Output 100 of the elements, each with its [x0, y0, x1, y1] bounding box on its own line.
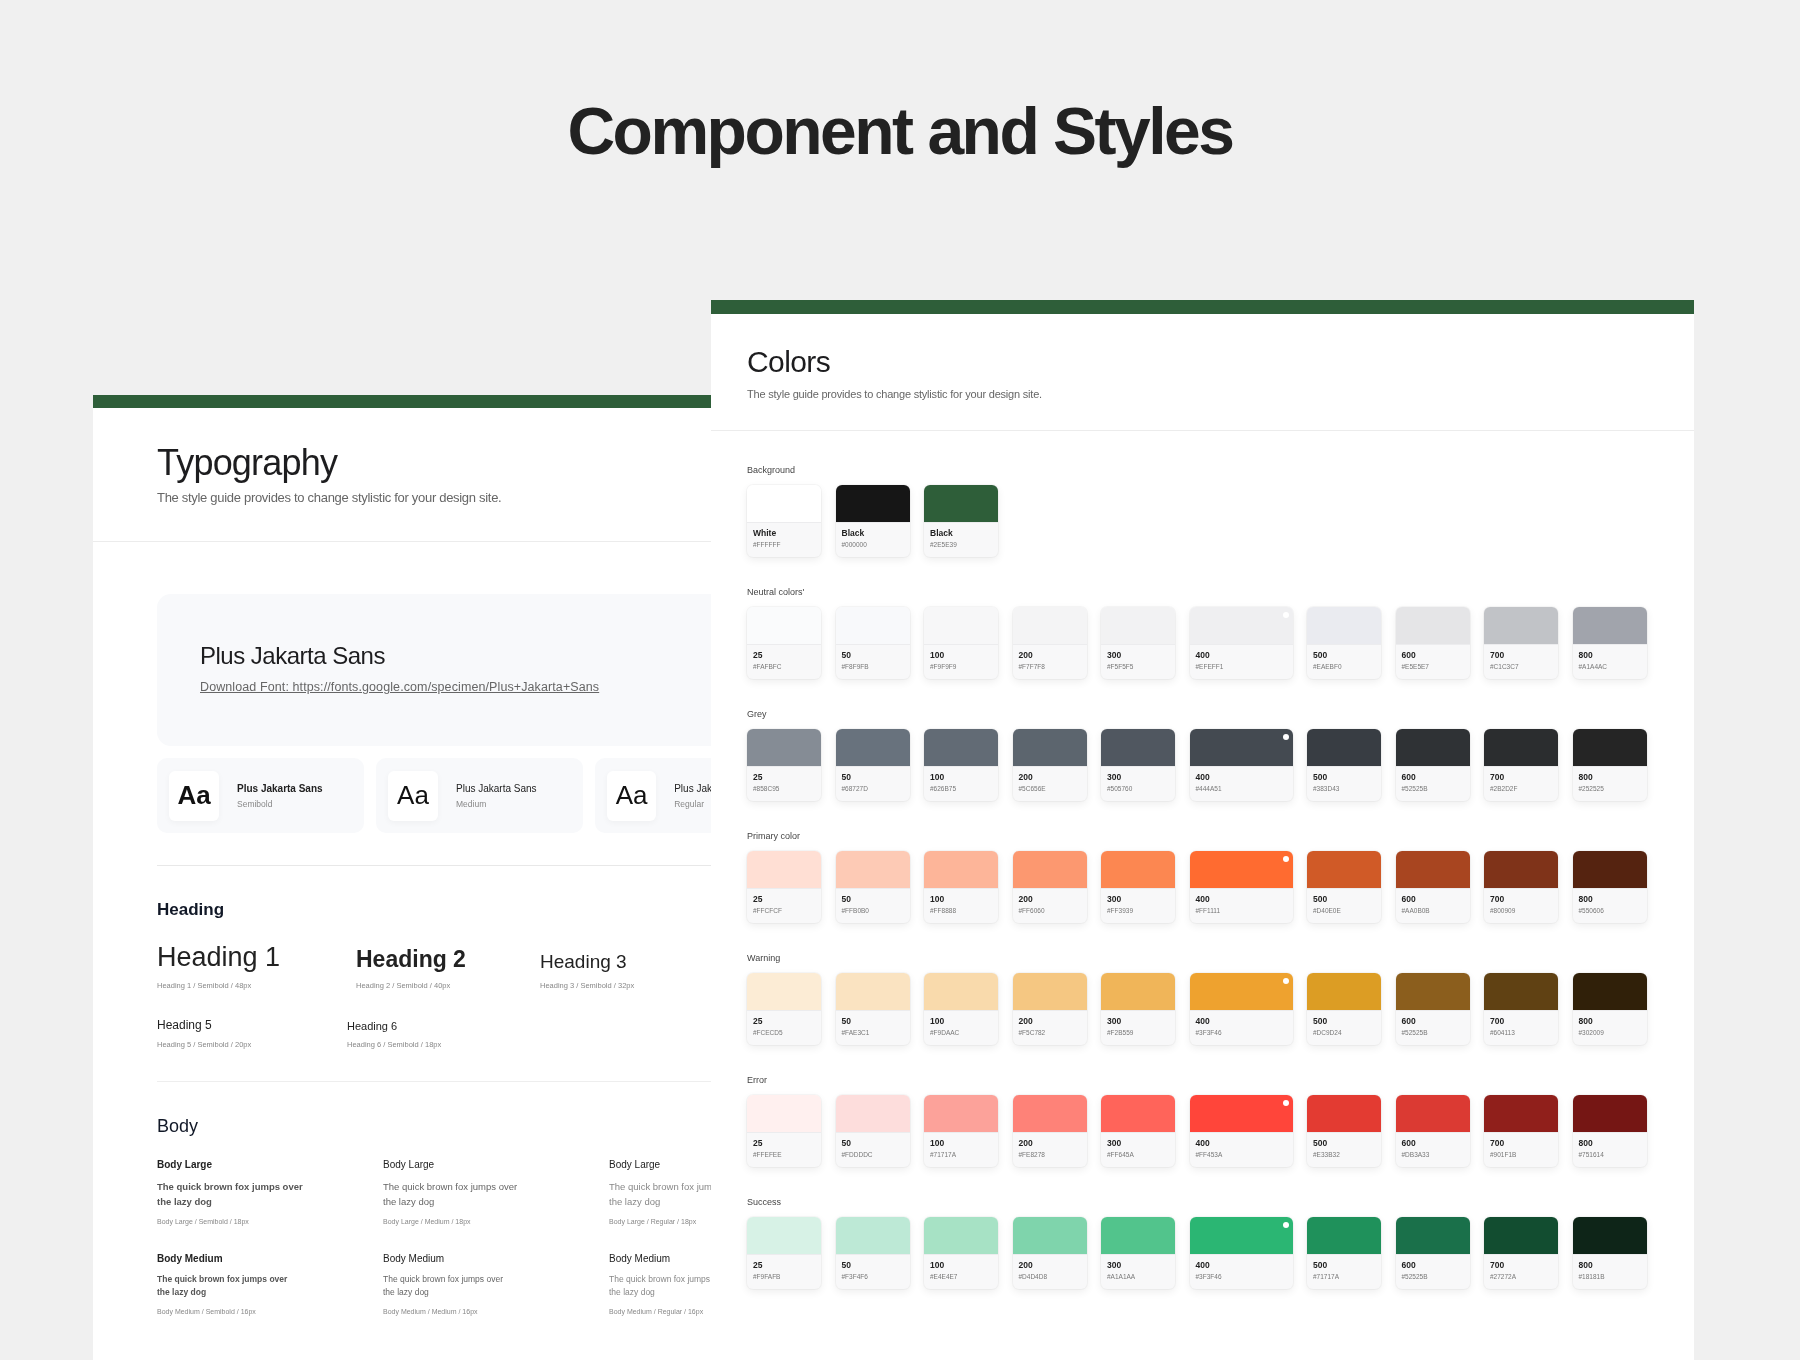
group-label: Grey	[747, 709, 768, 719]
swatch-label: 100	[930, 650, 946, 660]
group-label: Background	[747, 465, 797, 475]
swatch-label: 400	[1195, 1016, 1211, 1026]
panel-subtitle: The style guide provides to change stylistic for your design site.	[157, 490, 503, 505]
style-label: Body Large	[383, 1159, 436, 1170]
swatch-label: 700	[1490, 1016, 1506, 1026]
style-label: Body Medium	[157, 1253, 224, 1264]
weight-label: Medium	[456, 798, 488, 809]
swatch-label: 600	[1401, 894, 1417, 904]
swatch-label: 500	[1313, 650, 1329, 660]
font-name: Plus Jakarta Sans	[200, 642, 386, 670]
swatch-label: 25	[753, 1138, 764, 1148]
swatch-label: 800	[1578, 1016, 1594, 1026]
font-name: Plus Jakarta Sans	[456, 782, 537, 794]
swatch-label: 50	[841, 1138, 852, 1148]
swatch-label: 200	[1018, 772, 1034, 782]
swatch-label: 600	[1401, 650, 1417, 660]
selection-dot	[1282, 734, 1289, 740]
swatch-label: 500	[1313, 894, 1329, 904]
font-sample: Aa	[388, 770, 438, 821]
swatch-label: 100	[930, 1016, 946, 1026]
swatch-label: 100	[930, 894, 946, 904]
heading-sample: Heading 1	[157, 942, 282, 973]
swatch-label: 700	[1490, 772, 1506, 782]
swatch-label: 800	[1578, 1260, 1594, 1270]
swatch-label: 700	[1490, 1260, 1506, 1270]
swatch-label: 200	[1018, 1016, 1034, 1026]
swatch-label: 300	[1107, 1138, 1123, 1148]
swatch-label: 200	[1018, 1138, 1034, 1148]
style-label: Body Medium	[609, 1253, 672, 1264]
swatch-label: 400	[1195, 894, 1211, 904]
swatch-label: 200	[1018, 894, 1034, 904]
swatch-label: Black	[841, 528, 866, 538]
swatch-label: 800	[1578, 650, 1594, 660]
heading-sample: Heading 5	[157, 1018, 213, 1032]
style-label: Body Large	[609, 1159, 662, 1170]
group-label: Success	[747, 1197, 782, 1207]
swatch-label: 25	[753, 1260, 764, 1270]
panel-subtitle: The style guide provides to change stylistic for your design site.	[747, 388, 1043, 400]
swatch-label: 300	[1107, 894, 1123, 904]
swatch-label: 100	[930, 772, 946, 782]
swatch-label: 100	[930, 1260, 946, 1270]
swatch-label: 300	[1107, 1260, 1123, 1270]
font-sample: Aa	[607, 770, 657, 821]
swatch-label: 700	[1490, 650, 1506, 660]
style-label: Body Medium	[383, 1253, 446, 1264]
swatch-label: 600	[1401, 1260, 1417, 1270]
sample-text: The quick brown fox jum the lazy dog	[609, 1180, 711, 1209]
swatch-label: 800	[1578, 772, 1594, 782]
swatch-label: 500	[1313, 1138, 1329, 1148]
sample-text: The quick brown fox jumps over the lazy dog	[383, 1180, 519, 1209]
selection-dot	[1282, 1222, 1289, 1228]
heading-sample: Heading 2	[356, 946, 467, 973]
swatch-label: 500	[1313, 772, 1329, 782]
heading-sample: Heading 6	[347, 1020, 399, 1032]
heading-sample: Heading 3	[540, 951, 628, 973]
font-name: Plus Jakarta Sans	[237, 782, 323, 794]
swatch-label: 25	[753, 772, 764, 782]
swatch-label: 600	[1401, 772, 1417, 782]
swatch-label: 400	[1195, 772, 1211, 782]
sample-text: The quick brown fox jumps over the lazy dog	[383, 1273, 504, 1299]
swatch-label: White	[753, 528, 778, 538]
swatch-label: 200	[1018, 650, 1034, 660]
swatch-label: 700	[1490, 894, 1506, 904]
swatch-label: 400	[1195, 1138, 1211, 1148]
swatch-label: 25	[753, 1016, 764, 1026]
download-link[interactable]: Download Font: https://fonts.google.com/specimen/Plus+Jakarta+Sans	[200, 680, 600, 694]
style-label: Body Large	[157, 1159, 213, 1170]
swatch-label: 400	[1195, 1260, 1211, 1270]
selection-dot	[1282, 1100, 1289, 1106]
swatch-label: 100	[930, 1138, 946, 1148]
swatch-label: 800	[1578, 894, 1594, 904]
group-label: Neutral colors'	[747, 587, 806, 597]
swatch-label: 300	[1107, 772, 1123, 782]
swatch-label: 600	[1401, 1016, 1417, 1026]
section-title: Body	[157, 1081, 711, 1137]
swatch-label: 50	[841, 894, 852, 904]
swatch-label: 500	[1313, 1016, 1329, 1026]
weight-label: Semibold	[237, 798, 274, 809]
swatch-label: 200	[1018, 1260, 1034, 1270]
swatch-label: 50	[841, 1260, 852, 1270]
swatch-label: 500	[1313, 1260, 1329, 1270]
swatch-label: 25	[753, 894, 764, 904]
swatch-label: 25	[753, 650, 764, 660]
sample-text: The quick brown fox jumps over the lazy dog	[157, 1273, 289, 1299]
sample-text: The quick brown fox jumps over the lazy dog	[157, 1180, 304, 1209]
sample-text: The quick brown fox jumps the lazy dog	[609, 1273, 711, 1299]
selection-dot	[1282, 978, 1289, 984]
weight-label: Regular	[674, 798, 705, 809]
swatch-label: 800	[1578, 1138, 1594, 1148]
swatch-label: 300	[1107, 650, 1123, 660]
group-label: Warning	[747, 953, 782, 963]
swatch-label: 700	[1490, 1138, 1506, 1148]
swatch-label: 50	[841, 772, 852, 782]
swatch-label: 50	[841, 650, 852, 660]
group-label: Primary color	[747, 831, 801, 841]
swatch-label: 50	[841, 1016, 852, 1026]
section-title: Heading	[157, 865, 711, 920]
panel-title: Colors	[747, 344, 832, 380]
